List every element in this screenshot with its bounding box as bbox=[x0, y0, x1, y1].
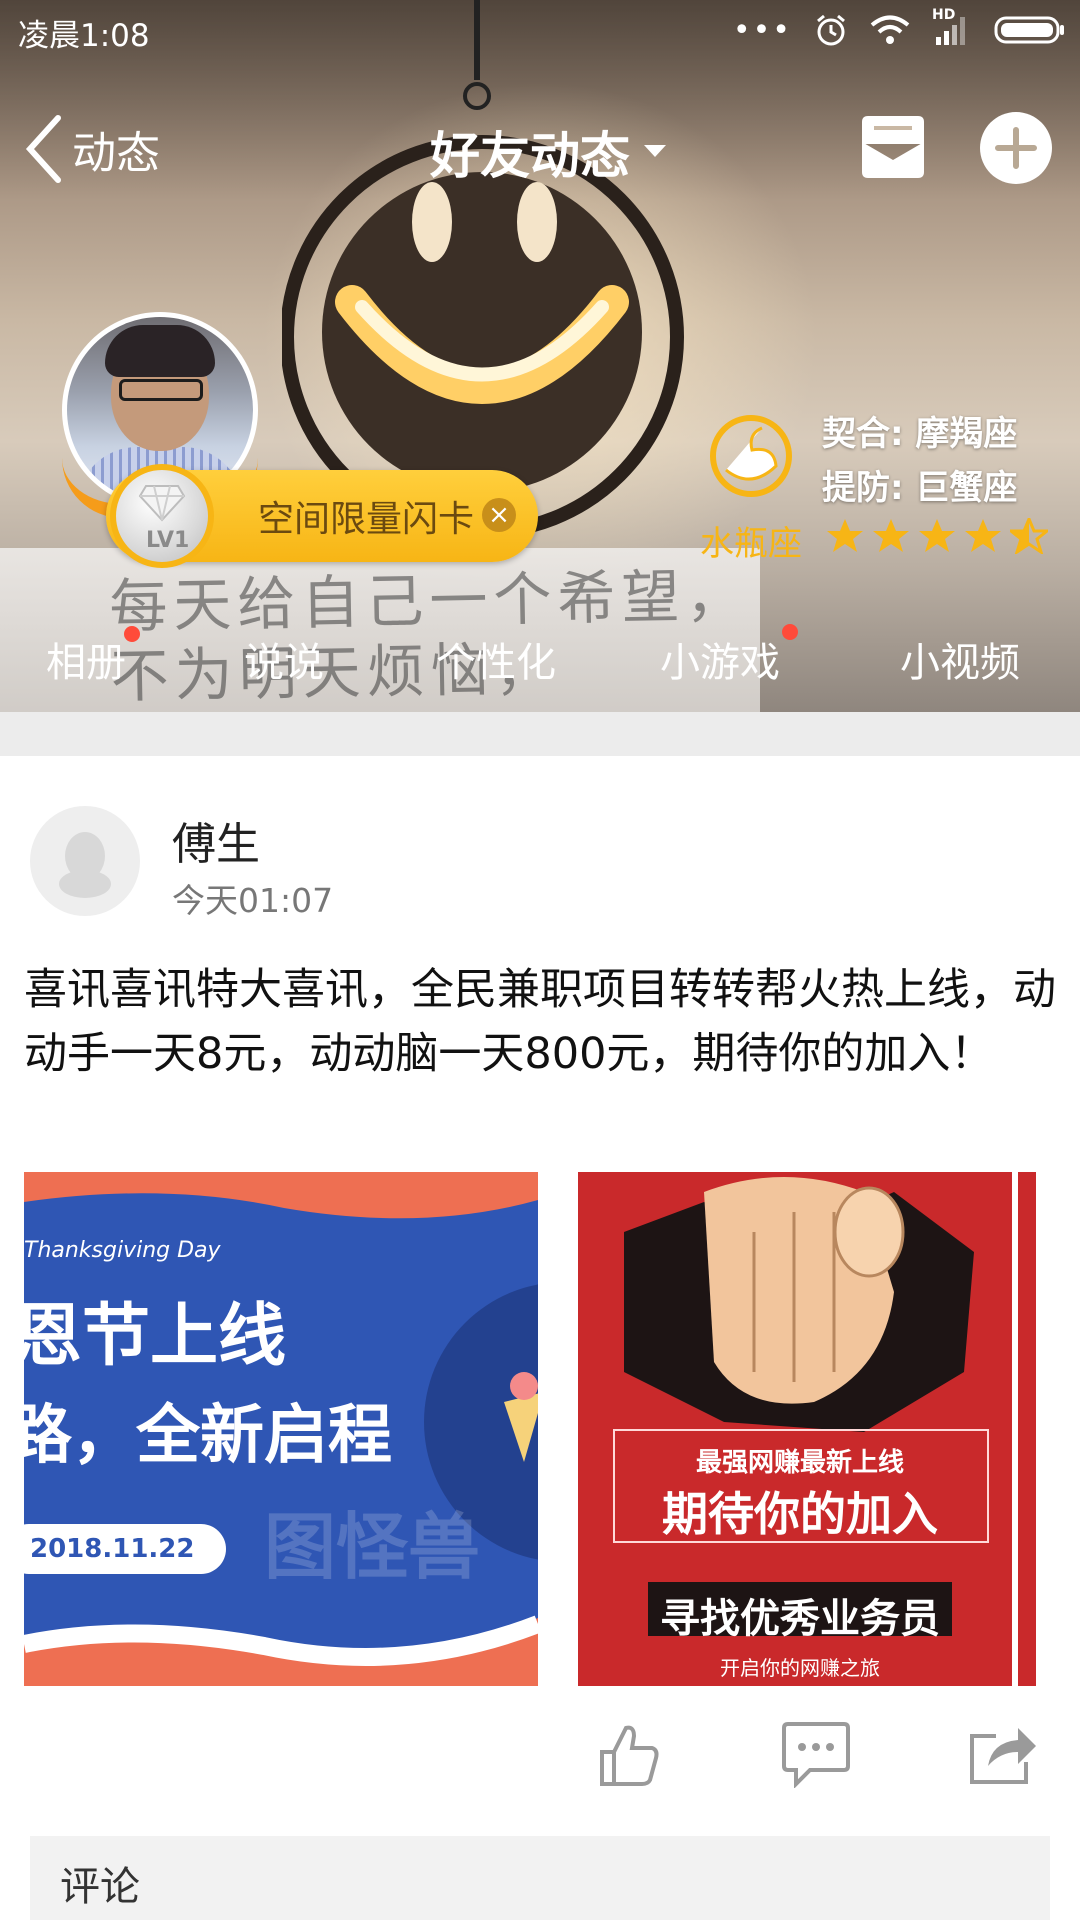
tab-shuoshuo[interactable]: 说说 bbox=[244, 630, 324, 688]
like-icon[interactable] bbox=[596, 1722, 662, 1788]
top-nav: 动态 好友动态 bbox=[0, 100, 1080, 200]
poster-line2: 路，全新启程 bbox=[24, 1399, 392, 1473]
tab-label: 说说 bbox=[244, 640, 324, 686]
chevron-left-icon bbox=[25, 115, 61, 183]
zodiac-stars bbox=[826, 518, 1048, 554]
battery-icon bbox=[994, 16, 1064, 44]
diamond-icon bbox=[138, 485, 186, 522]
flash-card-badge[interactable]: LV1 空间限量闪卡 × bbox=[106, 464, 538, 568]
close-icon[interactable]: × bbox=[482, 498, 516, 532]
tab-label: 个性化 bbox=[436, 640, 556, 686]
author-name[interactable]: 傅生 bbox=[172, 808, 260, 872]
poster-line2: 期待你的加入 bbox=[662, 1487, 938, 1541]
signal-icon: HD bbox=[932, 7, 972, 47]
profile-tabs: 相册 说说 个性化 小游戏 小视频 bbox=[0, 624, 1080, 690]
poster-line3: 寻找优秀业务员 bbox=[660, 1596, 940, 1642]
wifi-icon bbox=[870, 15, 910, 44]
post-image-1[interactable]: Thanksgiving Day 恩节上线 路，全新启程 图怪兽 2018.11… bbox=[24, 1172, 538, 1686]
poster-subtitle: Thanksgiving Day bbox=[24, 1238, 221, 1263]
tab-label: 小视频 bbox=[900, 640, 1020, 686]
comment-icon[interactable] bbox=[780, 1722, 852, 1788]
tab-album[interactable]: 相册 bbox=[46, 626, 140, 688]
alarm-icon bbox=[817, 14, 845, 46]
post-text: 喜讯喜讯特大喜讯，全民兼职项目转转帮火热上线，动动手一天8元，动动脑一天800元… bbox=[24, 965, 1056, 1079]
half-star-icon bbox=[1010, 518, 1048, 554]
add-button[interactable] bbox=[980, 112, 1052, 184]
poster-line4: 开启你的网赚之旅 bbox=[720, 1656, 880, 1680]
comment-placeholder: 评论 bbox=[60, 1864, 140, 1910]
poster-watermark: 图怪兽 bbox=[264, 1505, 481, 1589]
star-icon bbox=[919, 519, 955, 552]
message-icon[interactable] bbox=[858, 114, 928, 180]
more-dots-icon: ••• bbox=[732, 12, 792, 48]
status-bar: 凌晨1:08 ••• HD bbox=[0, 0, 1080, 60]
tab-label: 相册 bbox=[46, 640, 126, 686]
tab-mini-video[interactable]: 小视频 bbox=[900, 630, 1020, 688]
notification-dot bbox=[124, 626, 140, 642]
level-badge: LV1 bbox=[110, 464, 214, 568]
post-actions bbox=[0, 1722, 1080, 1812]
zodiac-match: 契合: 摩羯座 bbox=[822, 414, 1018, 454]
status-time: 凌晨1:08 bbox=[18, 18, 150, 54]
poster-line1: 恩节上线 bbox=[24, 1297, 287, 1376]
zodiac-guard: 提防: 巨蟹座 bbox=[822, 468, 1018, 508]
author-avatar[interactable] bbox=[30, 806, 140, 916]
aquarius-icon[interactable] bbox=[706, 410, 796, 500]
section-divider bbox=[0, 712, 1080, 756]
back-button[interactable]: 动态 bbox=[24, 114, 160, 184]
comment-input[interactable]: 评论 bbox=[30, 1836, 1050, 1920]
post-time: 今天01:07 bbox=[172, 881, 334, 920]
star-icon bbox=[827, 519, 863, 552]
caret-down-icon bbox=[644, 145, 666, 157]
feed-title-dropdown[interactable]: 好友动态 bbox=[430, 116, 666, 188]
post-image-2[interactable]: 最强网赚最新上线 期待你的加入 寻找优秀业务员 开启你的网赚之旅 bbox=[564, 1172, 1036, 1686]
tab-personalize[interactable]: 个性化 bbox=[436, 630, 556, 688]
notification-dot bbox=[782, 624, 798, 640]
flash-card-label: 空间限量闪卡 bbox=[258, 499, 475, 540]
zodiac-sign[interactable]: 水瓶座 bbox=[700, 516, 802, 565]
status-icons: ••• HD bbox=[732, 7, 1066, 48]
page-title: 好友动态 bbox=[430, 127, 630, 185]
star-icon bbox=[965, 519, 1001, 552]
poster-date: 2018.11.22 bbox=[24, 1524, 226, 1574]
star-icon bbox=[873, 519, 909, 552]
tab-mini-games[interactable]: 小游戏 bbox=[660, 624, 798, 688]
back-label: 动态 bbox=[72, 128, 160, 179]
share-icon[interactable] bbox=[966, 1722, 1038, 1788]
level-text: LV1 bbox=[146, 528, 190, 553]
penguin-icon bbox=[59, 832, 111, 898]
poster-line1: 最强网赚最新上线 bbox=[695, 1448, 904, 1478]
plus-icon bbox=[995, 127, 1037, 169]
tab-label: 小游戏 bbox=[660, 640, 780, 686]
